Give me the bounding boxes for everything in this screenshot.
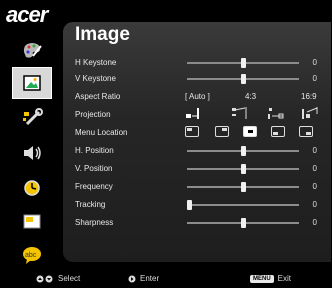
- v-position-slider[interactable]: [187, 164, 299, 174]
- menu-location-row[interactable]: Menu Location: [75, 126, 331, 140]
- slider-knob[interactable]: [241, 58, 246, 68]
- enter-hint: Enter: [128, 274, 159, 283]
- aspect-option-4-3[interactable]: 4:3: [245, 92, 256, 101]
- frequency-value: 0: [312, 182, 317, 191]
- slider-knob[interactable]: [241, 164, 246, 174]
- palette-icon: [23, 43, 42, 58]
- picture-icon: [23, 75, 41, 91]
- exit-label: Exit: [277, 274, 292, 283]
- slider-knob[interactable]: [241, 218, 246, 228]
- frequency-label: Frequency: [75, 182, 113, 191]
- aspect-option-16-9[interactable]: 16:9: [301, 92, 317, 101]
- h-position-row[interactable]: H. Position 0: [75, 144, 331, 158]
- sidebar-item-display[interactable]: [12, 206, 52, 238]
- select-label: Select: [58, 274, 81, 283]
- v-keystone-label: V Keystone: [75, 74, 116, 83]
- location-bottom-left-icon[interactable]: [271, 126, 285, 137]
- tracking-value: 0: [312, 200, 317, 209]
- wrench-icon: [23, 108, 43, 126]
- sharpness-value: 0: [312, 218, 317, 227]
- screen-icon: [23, 214, 41, 229]
- image-menu-panel: Image H Keystone 0 V Keystone 0 Aspect R…: [63, 22, 331, 262]
- location-top-left-icon[interactable]: [185, 126, 199, 137]
- v-position-label: V. Position: [75, 164, 113, 173]
- menu-key-icon: MENU: [250, 274, 274, 283]
- projection-row[interactable]: Projection: [75, 106, 331, 122]
- sidebar-item-language[interactable]: abc: [12, 239, 52, 271]
- select-hint: Select: [36, 274, 80, 283]
- h-keystone-row[interactable]: H Keystone 0: [75, 56, 331, 70]
- h-keystone-slider[interactable]: [187, 58, 299, 68]
- tracking-slider[interactable]: [187, 200, 299, 210]
- speaker-icon: [24, 146, 41, 160]
- v-position-value: 0: [312, 164, 317, 173]
- right-arrow-icon: [128, 275, 136, 282]
- sharpness-label: Sharpness: [75, 218, 114, 227]
- sidebar-item-color[interactable]: [12, 34, 52, 66]
- location-center-icon[interactable]: [243, 126, 257, 137]
- h-position-slider[interactable]: [187, 146, 299, 156]
- v-keystone-value: 0: [312, 74, 317, 83]
- sharpness-row[interactable]: Sharpness 0: [75, 216, 331, 230]
- sidebar-item-audio[interactable]: [12, 137, 52, 169]
- frequency-slider[interactable]: [187, 182, 299, 192]
- language-icon: abc: [23, 247, 41, 264]
- projection-front-icon[interactable]: [185, 106, 201, 120]
- slider-knob[interactable]: [241, 146, 246, 156]
- v-keystone-row[interactable]: V Keystone 0: [75, 72, 331, 86]
- h-position-label: H. Position: [75, 146, 114, 155]
- aspect-ratio-label: Aspect Ratio: [75, 92, 121, 101]
- aspect-ratio-row[interactable]: Aspect Ratio [ Auto ] 4:3 16:9: [75, 90, 331, 104]
- acer-logo: acer: [6, 2, 48, 27]
- enter-label: Enter: [140, 274, 160, 283]
- aspect-option-auto[interactable]: [ Auto ]: [185, 92, 210, 101]
- tracking-label: Tracking: [75, 200, 106, 209]
- frequency-row[interactable]: Frequency 0: [75, 180, 331, 194]
- slider-knob[interactable]: [241, 182, 246, 192]
- slider-knob[interactable]: [187, 200, 192, 210]
- sidebar-item-image[interactable]: [12, 67, 52, 99]
- tracking-row[interactable]: Tracking 0: [75, 198, 331, 212]
- h-keystone-value: 0: [312, 58, 317, 67]
- projection-label: Projection: [75, 110, 111, 119]
- location-top-right-icon[interactable]: [215, 126, 229, 137]
- projection-ceiling-icon[interactable]: [231, 106, 249, 120]
- clock-icon: [24, 180, 40, 196]
- exit-hint: MENU Exit: [250, 274, 291, 283]
- hint-bar: Select Enter MENU Exit: [0, 268, 332, 288]
- projection-rear-ceiling-icon[interactable]: [301, 106, 319, 120]
- sharpness-slider[interactable]: [187, 218, 299, 228]
- v-keystone-slider[interactable]: [187, 74, 299, 84]
- menu-sidebar: abc: [12, 34, 52, 268]
- up-down-arrows-icon: [36, 275, 53, 282]
- sidebar-item-timer[interactable]: [12, 172, 52, 204]
- projection-rear-icon[interactable]: [267, 106, 285, 120]
- v-position-row[interactable]: V. Position 0: [75, 162, 331, 176]
- h-keystone-label: H Keystone: [75, 58, 117, 67]
- svg-text:abc: abc: [25, 252, 37, 259]
- sidebar-item-management[interactable]: [12, 102, 52, 134]
- menu-location-label: Menu Location: [75, 128, 128, 137]
- slider-knob[interactable]: [241, 74, 246, 84]
- h-position-value: 0: [312, 146, 317, 155]
- location-bottom-right-icon[interactable]: [299, 126, 313, 137]
- menu-title: Image: [75, 24, 130, 45]
